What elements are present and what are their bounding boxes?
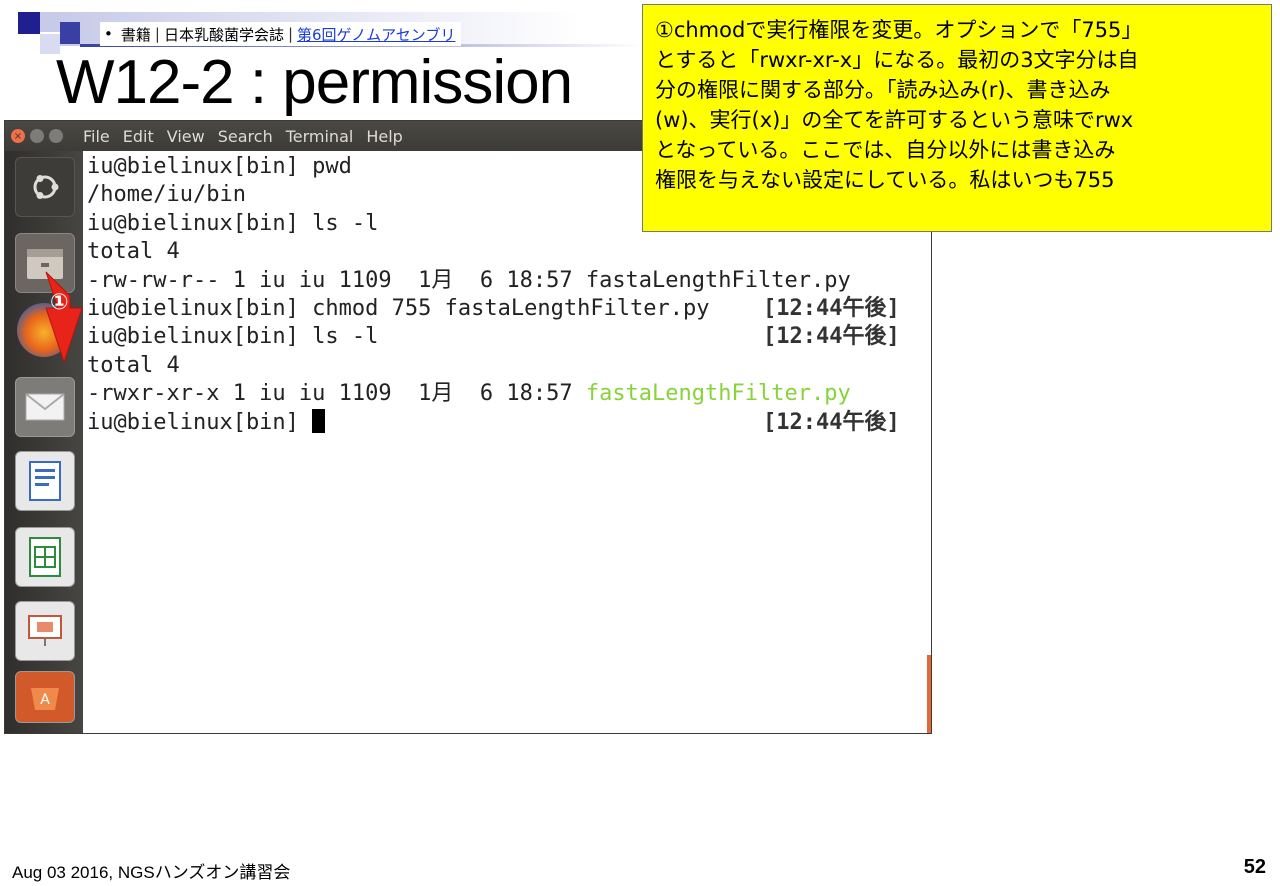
mail-icon[interactable] [15, 377, 75, 437]
note-line: ①chmodで実行権限を変更。オプションで「755」 [655, 18, 1143, 42]
note-line: となっている。ここでは、自分以外には書き込み [655, 138, 1116, 162]
terminal-text: -rwxr-xr-x 1 iu iu 1109 1月 6 18:57 [87, 381, 586, 407]
annotation-note: ①chmodで実行権限を変更。オプションで「755」 とすると「rwxr-xr-… [642, 4, 1272, 232]
prompt-timestamp: [12:44午後] [763, 295, 900, 321]
slide-title: W12-2 : permission [56, 48, 573, 117]
decor-square [40, 12, 60, 32]
terminal-line: -rw-rw-r-- 1 iu iu 1109 1月 6 18:57 fasta… [87, 267, 931, 295]
terminal-text: total 4 [87, 239, 180, 265]
writer-icon[interactable] [15, 451, 75, 511]
svg-text:A: A [40, 692, 50, 708]
ubuntu-dash-icon[interactable] [15, 157, 75, 217]
close-icon[interactable]: × [11, 129, 25, 143]
menu-file[interactable]: File [83, 127, 110, 146]
decor-square [60, 22, 80, 44]
terminal-text: iu@bielinux[bin] ls -l [87, 210, 379, 236]
annotation-arrow-label: ① [50, 290, 69, 315]
terminal-line: iu@bielinux[bin] [12:44午後] [87, 408, 931, 437]
calc-icon[interactable] [15, 527, 75, 587]
decor-square [18, 12, 40, 34]
terminal-text: -rw-rw-r-- 1 iu iu 1109 1月 6 18:57 fasta… [87, 267, 851, 293]
menu-list: File Edit View Search Terminal Help [83, 127, 416, 146]
terminal-line: iu@bielinux[bin] chmod 755 fastaLengthFi… [87, 295, 931, 323]
note-line: 分の権限に関する部分。「読み込み(r)、書き込み [655, 78, 1111, 102]
terminal-text: iu@bielinux[bin] [87, 409, 313, 435]
page-number: 52 [1243, 856, 1266, 878]
terminal-line: total 4 [87, 352, 931, 380]
terminal-text: iu@bielinux[bin] chmod 755 fastaLengthFi… [87, 295, 710, 321]
footer-text: Aug 03 2016, NGSハンズオン講習会 [12, 863, 291, 882]
note-line: 権限を与えない設定にしている。私はいつも755 [655, 168, 1115, 192]
source-book: 書籍 [120, 25, 151, 44]
executable-filename: fastaLengthFilter.py [585, 381, 851, 407]
source-journal: 日本乳酸菌学会誌 [163, 25, 284, 44]
impress-icon[interactable] [15, 601, 75, 661]
terminal-text: total 4 [87, 352, 180, 378]
terminal-cursor [312, 408, 326, 433]
maximize-icon[interactable] [49, 129, 63, 143]
terminal-line: -rwxr-xr-x 1 iu iu 1109 1月 6 18:57 fasta… [87, 380, 931, 408]
source-reference: • 書籍 | 日本乳酸菌学会誌 | 第6回ゲノムアセンブリ [100, 22, 462, 46]
software-center-icon[interactable]: A [15, 671, 75, 723]
note-line: とすると「rwxr-xr-x」になる。最初の3文字分は自 [655, 48, 1139, 72]
menu-edit[interactable]: Edit [123, 127, 154, 146]
terminal-text: iu@bielinux[bin] pwd [87, 154, 352, 179]
terminal-line: total 4 [87, 238, 931, 266]
separator: | [154, 25, 160, 43]
terminal-text: /home/iu/bin [87, 182, 246, 208]
note-line: (w)、実行(x)」の全てを許可するという意味でrwx [655, 108, 1134, 132]
source-link[interactable]: 第6回ゲノムアセンブリ [297, 24, 455, 45]
minimize-icon[interactable] [30, 129, 44, 143]
menu-help[interactable]: Help [366, 127, 402, 146]
unity-launcher: A [5, 151, 83, 733]
separator: | [287, 25, 294, 43]
bullet: • [104, 25, 113, 43]
terminal-output[interactable]: iu@bielinux[bin] pwd /home/iu/bin iu@bie… [85, 151, 931, 733]
menu-view[interactable]: View [167, 127, 205, 146]
prompt-timestamp: [12:44午後] [763, 409, 900, 435]
menu-search[interactable]: Search [218, 127, 273, 146]
menu-terminal[interactable]: Terminal [286, 127, 354, 146]
terminal-text: iu@bielinux[bin] ls -l [87, 324, 379, 350]
prompt-timestamp: [12:44午後] [763, 324, 900, 350]
terminal-line: iu@bielinux[bin] ls -l [12:44午後] [87, 323, 931, 351]
terminal-scrollbar[interactable] [927, 655, 931, 733]
